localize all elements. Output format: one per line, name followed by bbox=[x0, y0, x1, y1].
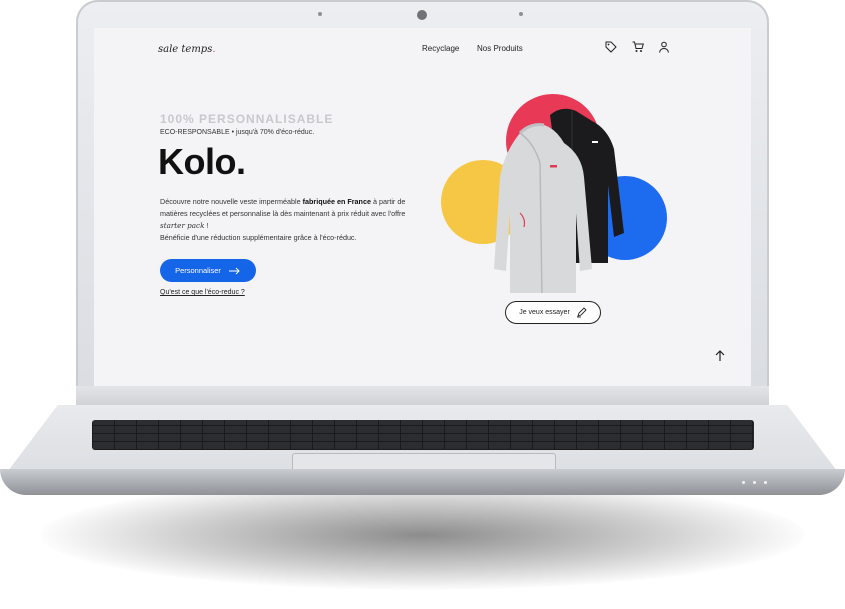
logo-dot: . bbox=[212, 44, 216, 55]
logo-text: sale temps bbox=[158, 44, 213, 55]
jackets-product-image bbox=[494, 108, 624, 293]
desc-exclamation: ! bbox=[204, 221, 209, 230]
user-icon[interactable] bbox=[657, 40, 671, 54]
cart-icon[interactable] bbox=[631, 40, 645, 54]
nav-item-products[interactable]: Nos Produits bbox=[477, 44, 523, 53]
brand-logo[interactable]: sale temps. bbox=[158, 44, 216, 55]
hero-subline: ECO-RESPONSABLE • jusqu'à 70% d'éco-rédu… bbox=[160, 129, 315, 136]
hero-description: Découvre notre nouvelle veste imperméabl… bbox=[160, 196, 420, 244]
status-led bbox=[764, 481, 767, 484]
desc-bold-text: fabriquée en France bbox=[302, 197, 371, 206]
page-title: Kolo. bbox=[158, 141, 246, 182]
nav-item-recycling[interactable]: Recyclage bbox=[422, 44, 459, 53]
personalize-button[interactable]: Personnaliser bbox=[160, 259, 256, 282]
status-led bbox=[753, 481, 756, 484]
status-led bbox=[742, 481, 745, 484]
lid-sensor-dot bbox=[318, 12, 322, 16]
webcam bbox=[417, 10, 427, 20]
desc-line-2: Bénéficie d'une réduction supplémentaire… bbox=[160, 233, 357, 242]
arrow-right-icon bbox=[228, 267, 240, 274]
scroll-to-top-icon[interactable] bbox=[714, 350, 726, 362]
try-on-button-label: Je veux essayer bbox=[519, 309, 570, 316]
hero-kicker: 100% PERSONNALISABLE bbox=[160, 112, 334, 126]
laptop-keyboard bbox=[92, 420, 754, 450]
desc-text: Découvre notre nouvelle veste imperméabl… bbox=[160, 197, 303, 206]
try-on-button[interactable]: Je veux essayer bbox=[505, 301, 601, 324]
eco-reduc-link[interactable]: Qu'est ce que l'éco-reduc ? bbox=[160, 289, 245, 296]
laptop-hinge bbox=[76, 386, 769, 405]
personalize-button-label: Personnaliser bbox=[175, 266, 221, 275]
desc-script-text: starter pack bbox=[160, 221, 205, 230]
tag-icon[interactable] bbox=[604, 40, 618, 54]
laptop-lid: sale temps. Recyclage Nos Produits 100% … bbox=[76, 0, 769, 405]
laptop-shadow bbox=[40, 480, 805, 590]
laptop-front-edge bbox=[0, 469, 845, 495]
pen-icon bbox=[576, 307, 587, 318]
lid-sensor-dot bbox=[519, 12, 523, 16]
laptop-screen: sale temps. Recyclage Nos Produits 100% … bbox=[94, 28, 751, 386]
